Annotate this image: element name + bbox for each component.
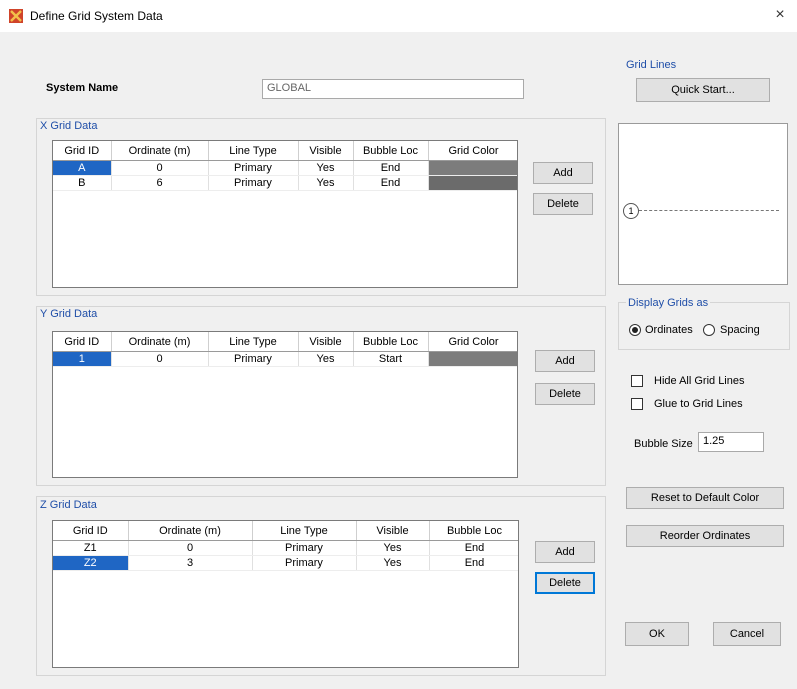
table-cell[interactable]: End <box>353 175 429 191</box>
preview-grid-line <box>639 210 779 211</box>
glue-to-grid-lines-label: Glue to Grid Lines <box>654 398 743 410</box>
table-row[interactable]: Z2 3 Primary Yes End <box>53 555 518 571</box>
column-header[interactable]: Line Type <box>252 521 357 541</box>
quick-start-button[interactable]: Quick Start... <box>636 78 770 102</box>
table-cell[interactable]: Yes <box>356 540 430 556</box>
grid-color-swatch[interactable] <box>428 160 517 176</box>
z-grid-add-button[interactable]: Add <box>535 541 595 563</box>
table-cell[interactable]: End <box>353 160 429 176</box>
grid-color-swatch[interactable] <box>428 351 517 367</box>
column-header[interactable]: Ordinate (m) <box>128 521 253 541</box>
table-row[interactable]: 1 0 Primary Yes Start <box>53 351 517 367</box>
x-grid-add-button[interactable]: Add <box>533 162 593 184</box>
x-grid-label: X Grid Data <box>40 120 98 132</box>
column-header[interactable]: Grid ID <box>53 141 112 161</box>
display-grids-label: Display Grids as <box>626 297 711 309</box>
preview-grid-bubble: 1 <box>623 203 639 219</box>
table-cell[interactable]: Primary <box>208 160 299 176</box>
column-header[interactable]: Grid ID <box>53 521 129 541</box>
y-grid-delete-button[interactable]: Delete <box>535 383 595 405</box>
z-grid-table[interactable]: Grid ID Ordinate (m) Line Type Visible Bubbl… <box>52 520 519 668</box>
system-name-input[interactable]: GLOBAL <box>262 79 524 99</box>
table-cell[interactable]: 6 <box>111 175 209 191</box>
grid-id-cell[interactable]: Z2 <box>53 555 129 571</box>
table-cell[interactable]: Yes <box>298 175 354 191</box>
grid-id-cell[interactable]: 1 <box>53 351 112 367</box>
title-bar: Define Grid System Data × <box>0 0 797 32</box>
reorder-ordinates-button[interactable]: Reorder Ordinates <box>626 525 784 547</box>
y-grid-add-button[interactable]: Add <box>535 350 595 372</box>
table-row[interactable]: B 6 Primary Yes End <box>53 175 517 191</box>
glue-to-grid-lines-checkbox[interactable] <box>631 398 643 410</box>
table-cell[interactable]: End <box>429 540 518 556</box>
hide-all-grid-lines-checkbox[interactable] <box>631 375 643 387</box>
z-grid-delete-button[interactable]: Delete <box>535 572 595 594</box>
column-header[interactable]: Visible <box>356 521 430 541</box>
y-grid-label: Y Grid Data <box>40 308 98 320</box>
column-header[interactable]: Bubble Loc <box>353 332 429 352</box>
ordinates-radio-label: Ordinates <box>645 324 693 336</box>
grid-color-swatch[interactable] <box>428 175 517 191</box>
table-cell[interactable]: 0 <box>128 540 253 556</box>
ok-button[interactable]: OK <box>625 622 689 646</box>
spacing-radio[interactable] <box>703 324 715 336</box>
table-cell[interactable]: End <box>429 555 518 571</box>
column-header[interactable]: Ordinate (m) <box>111 332 209 352</box>
column-header[interactable]: Grid ID <box>53 332 112 352</box>
table-cell[interactable]: Primary <box>208 175 299 191</box>
hide-all-grid-lines-label: Hide All Grid Lines <box>654 375 745 387</box>
column-header[interactable]: Bubble Loc <box>429 521 518 541</box>
table-cell[interactable]: 0 <box>111 160 209 176</box>
grid-lines-label: Grid Lines <box>626 59 677 71</box>
system-name-label: System Name <box>46 82 119 94</box>
table-cell[interactable]: Primary <box>208 351 299 367</box>
table-cell[interactable]: Yes <box>356 555 430 571</box>
column-header[interactable]: Ordinate (m) <box>111 141 209 161</box>
table-cell[interactable]: Primary <box>252 555 357 571</box>
table-row[interactable]: A 0 Primary Yes End <box>53 160 517 176</box>
table-cell[interactable]: 0 <box>111 351 209 367</box>
table-cell[interactable]: Yes <box>298 160 354 176</box>
table-cell[interactable]: Primary <box>252 540 357 556</box>
column-header[interactable]: Bubble Loc <box>353 141 429 161</box>
window-title: Define Grid System Data <box>30 9 163 23</box>
column-header[interactable]: Line Type <box>208 141 299 161</box>
z-grid-label: Z Grid Data <box>40 499 97 511</box>
x-grid-table[interactable]: Grid ID Ordinate (m) Line Type Visible Bubbl… <box>52 140 518 288</box>
y-grid-table[interactable]: Grid ID Ordinate (m) Line Type Visible Bubbl… <box>52 331 518 478</box>
cancel-button[interactable]: Cancel <box>713 622 781 646</box>
grid-id-cell[interactable]: A <box>53 160 112 176</box>
app-icon <box>9 9 23 23</box>
column-header[interactable]: Visible <box>298 332 354 352</box>
table-cell[interactable]: 3 <box>128 555 253 571</box>
close-icon[interactable]: × <box>771 6 789 24</box>
table-cell[interactable]: Yes <box>298 351 354 367</box>
grid-id-cell[interactable]: Z1 <box>53 540 129 556</box>
column-header[interactable]: Visible <box>298 141 354 161</box>
reset-default-color-button[interactable]: Reset to Default Color <box>626 487 784 509</box>
bubble-size-input[interactable]: 1.25 <box>698 432 764 452</box>
column-header[interactable]: Grid Color <box>428 141 517 161</box>
column-header[interactable]: Line Type <box>208 332 299 352</box>
bubble-size-label: Bubble Size <box>634 438 693 450</box>
spacing-radio-label: Spacing <box>720 324 760 336</box>
x-grid-delete-button[interactable]: Delete <box>533 193 593 215</box>
grid-id-cell[interactable]: B <box>53 175 112 191</box>
column-header[interactable]: Grid Color <box>428 332 517 352</box>
table-cell[interactable]: Start <box>353 351 429 367</box>
table-row[interactable]: Z1 0 Primary Yes End <box>53 540 518 556</box>
ordinates-radio[interactable] <box>629 324 641 336</box>
grid-preview: 1 <box>618 123 788 285</box>
